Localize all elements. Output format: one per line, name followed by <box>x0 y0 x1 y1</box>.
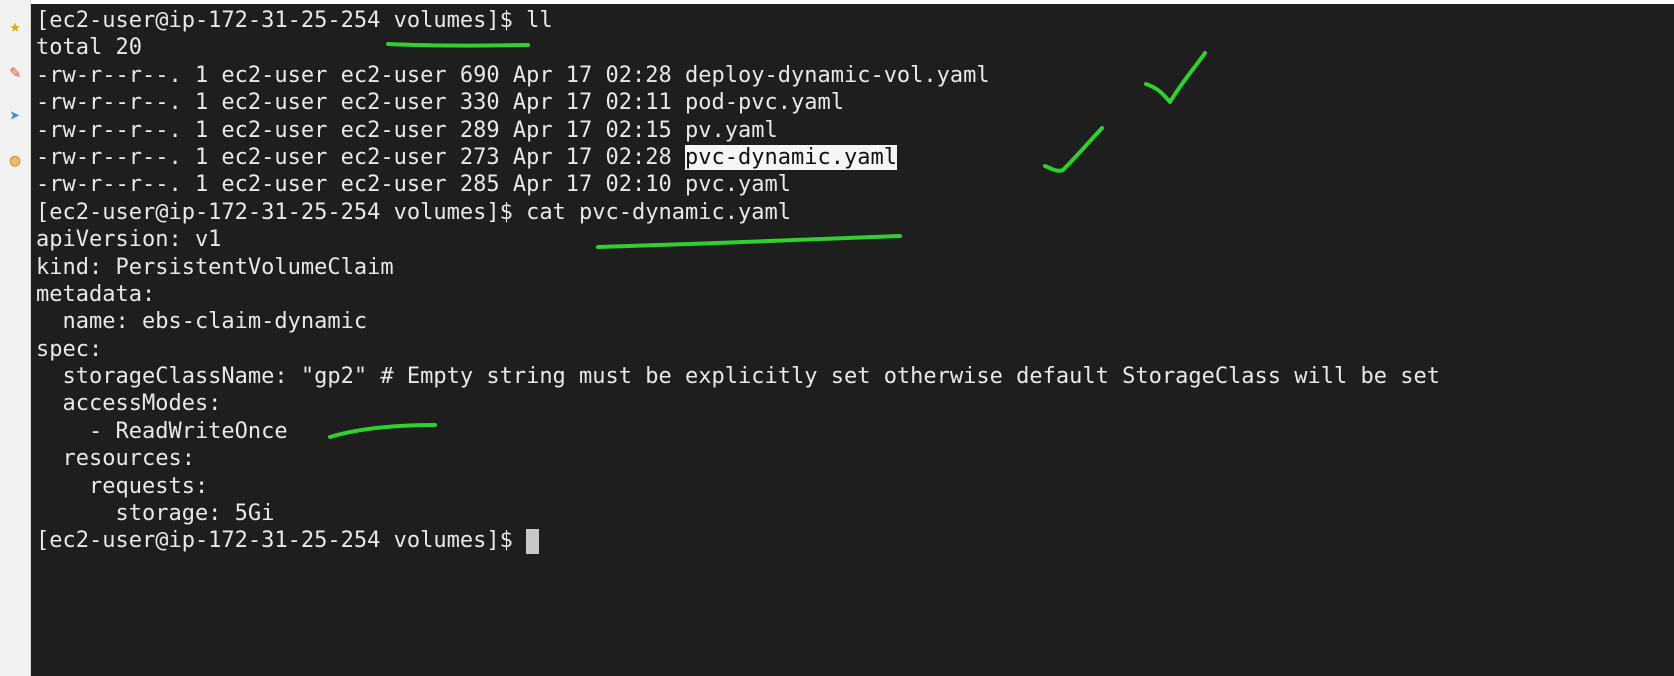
text-cursor <box>526 528 540 554</box>
terminal-line: kind: PersistentVolumeClaim <box>36 254 394 280</box>
shell-prompt: [ec2-user@ip-172-31-25-254 volumes]$ <box>36 528 527 554</box>
terminal-line: [ec2-user@ip-172-31-25-254 volumes]$ ll <box>36 8 553 33</box>
file-listing-prefix: -rw-r--r--. 1 ec2-user ec2-user 273 Apr … <box>36 144 686 170</box>
terminal-line: apiVersion: v1 <box>36 227 222 253</box>
terminal-line: requests: <box>36 473 209 499</box>
terminal-output: [ec2-user@ip-172-31-25-254 volumes]$ ll … <box>36 7 1440 555</box>
terminal-line: - ReadWriteOnce <box>36 418 288 444</box>
terminal-line: total 20 <box>36 35 142 61</box>
terminal-line: -rw-r--r--. 1 ec2-user ec2-user 273 Apr … <box>36 144 1440 171</box>
terminal-prompt-line[interactable]: [ec2-user@ip-172-31-25-254 volumes]$ <box>36 527 1440 554</box>
send-icon[interactable]: ➤ <box>2 104 28 130</box>
terminal-line: spec: <box>36 336 103 362</box>
terminal-line: resources: <box>36 446 195 472</box>
terminal-line: metadata: <box>36 281 156 307</box>
terminal-line: storage: 5Gi <box>36 501 275 527</box>
terminal-line: name: ebs-claim-dynamic <box>36 309 368 335</box>
terminal-line: storageClassName: "gp2" # Empty string m… <box>36 364 1440 390</box>
star-icon[interactable]: ★ <box>2 14 28 40</box>
annotation-toolbar: ★ ✎ ➤ ◍ <box>0 0 31 676</box>
terminal-line: accessModes: <box>36 391 222 417</box>
terminal-window[interactable]: [ec2-user@ip-172-31-25-254 volumes]$ ll … <box>31 4 1674 676</box>
terminal-line: [ec2-user@ip-172-31-25-254 volumes]$ cat… <box>36 199 791 225</box>
terminal-line: -rw-r--r--. 1 ec2-user ec2-user 289 Apr … <box>36 117 778 143</box>
terminal-line: -rw-r--r--. 1 ec2-user ec2-user 285 Apr … <box>36 172 791 198</box>
marker-icon[interactable]: ✎ <box>2 60 28 86</box>
selected-filename[interactable]: pvc-dynamic.yaml <box>685 144 897 170</box>
terminal-line: -rw-r--r--. 1 ec2-user ec2-user 330 Apr … <box>36 90 844 116</box>
palette-icon[interactable]: ◍ <box>2 148 28 174</box>
terminal-line: -rw-r--r--. 1 ec2-user ec2-user 690 Apr … <box>36 62 990 88</box>
